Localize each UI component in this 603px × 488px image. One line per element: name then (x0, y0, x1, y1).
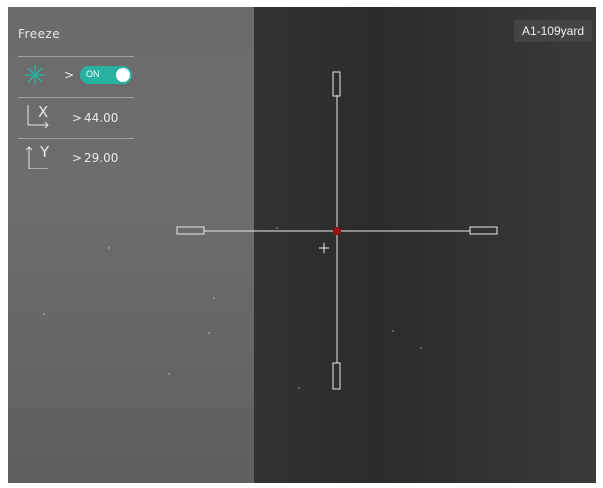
reticle-top-post (332, 71, 341, 97)
thermal-view: Freeze > ON X > 44.00 Y > 29.00 A1-109ya… (8, 7, 596, 483)
reticle-center-dot (333, 227, 341, 235)
reticle-right-post (469, 226, 498, 235)
reticle-left-post (176, 226, 205, 235)
reticle-bottom-post (332, 362, 341, 390)
freeze-position-marker-icon (319, 243, 329, 253)
crosshair-reticle (176, 71, 498, 390)
